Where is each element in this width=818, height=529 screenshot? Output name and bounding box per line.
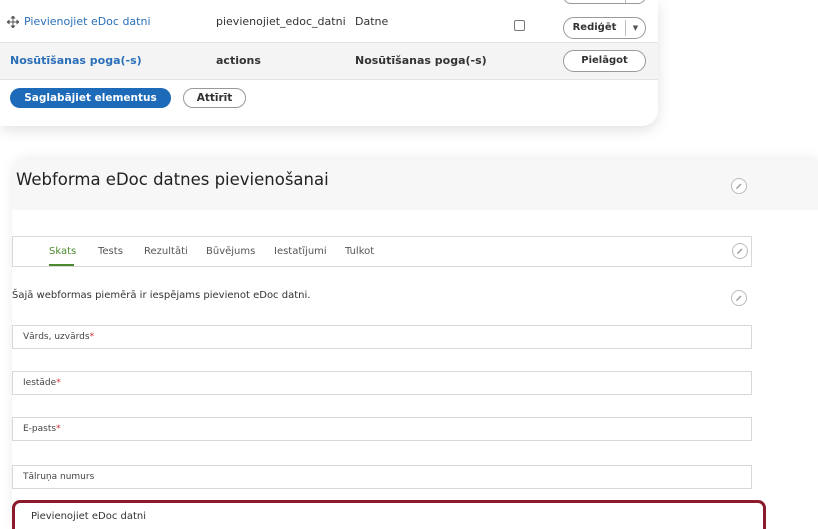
webform-header: Webforma eDoc datnes pievienošanai	[12, 160, 818, 210]
email-field[interactable]: E-pasts*	[12, 417, 752, 441]
required-mark: *	[56, 378, 61, 388]
active-tab-indicator	[49, 264, 74, 266]
required-mark: *	[89, 332, 95, 342]
element-key: actions	[216, 54, 261, 67]
tab-build[interactable]: Būvējums	[206, 237, 255, 266]
webform-card: Webforma eDoc datnes pievienošanai Skats…	[12, 160, 818, 529]
element-title-link[interactable]: Nosūtīšanas poga(-s)	[10, 43, 142, 79]
pencil-icon[interactable]	[731, 178, 747, 194]
tab-view[interactable]: Skats	[49, 237, 76, 266]
pencil-icon[interactable]	[731, 290, 747, 306]
edit-split-button[interactable]: Rediģēt ▼	[563, 17, 646, 39]
institution-field[interactable]: Iestāde*	[12, 371, 752, 395]
save-elements-button[interactable]: Saglabājiet elementus	[10, 88, 171, 108]
edoc-upload-field-highlight[interactable]: Pievienojiet eDoc datni	[12, 500, 766, 529]
tab-results[interactable]: Rezultāti	[144, 237, 188, 266]
drag-handle-icon[interactable]	[7, 16, 19, 28]
element-title-link[interactable]: Pievienojiet eDoc datni	[24, 4, 151, 40]
table-row: Nosūtīšanas poga(-s) actions Nosūtīšanas…	[0, 43, 658, 79]
tabs-bar: Skats Tests Rezultāti Būvējums Iestatīju…	[12, 236, 752, 267]
element-key: pievienojiet_edoc_datni	[216, 15, 346, 28]
page-title: Webforma eDoc datnes pievienošanai	[16, 170, 329, 189]
tab-test[interactable]: Tests	[98, 237, 123, 266]
field-label: Iestāde*	[23, 372, 61, 394]
row-divider	[0, 79, 658, 80]
reset-button[interactable]: Attīrīt	[183, 88, 246, 108]
field-label-text: Tālruņa numurs	[23, 472, 95, 482]
table-row: Pievienojiet eDoc datni pievienojiet_edo…	[0, 4, 658, 40]
webform-description: Šajā webformas piemērā ir iespējams piev…	[12, 290, 311, 301]
field-label: Tālruņa numurs	[23, 466, 94, 488]
edit-button[interactable]: Rediģēt	[564, 18, 625, 38]
elements-table-card: Pievienojiet eDoc datni pievienojiet_edo…	[0, 0, 658, 126]
field-label-text: Iestāde	[23, 378, 57, 388]
tab-settings[interactable]: Iestatījumi	[274, 237, 327, 266]
element-type: Nosūtīšanas poga(-s)	[355, 54, 487, 67]
field-label-text: E-pasts	[23, 424, 57, 434]
field-label-text: Vārds, uzvārds	[23, 332, 90, 342]
field-label: Vārds, uzvārds*	[23, 326, 94, 348]
field-label: E-pasts*	[23, 418, 61, 440]
upload-field-label: Pievienojiet eDoc datni	[31, 511, 147, 522]
required-checkbox[interactable]	[514, 20, 525, 31]
tab-translate[interactable]: Tulkot	[345, 237, 374, 266]
split-separator	[625, 0, 626, 3]
element-type: Datne	[355, 15, 389, 28]
required-mark: *	[56, 424, 61, 434]
chevron-down-icon[interactable]: ▼	[625, 18, 646, 38]
phone-field[interactable]: Tālruņa numurs	[12, 465, 752, 489]
customize-button[interactable]: Pielāgot	[563, 50, 646, 72]
name-field[interactable]: Vārds, uzvārds*	[12, 325, 752, 349]
pencil-icon[interactable]	[732, 243, 748, 259]
